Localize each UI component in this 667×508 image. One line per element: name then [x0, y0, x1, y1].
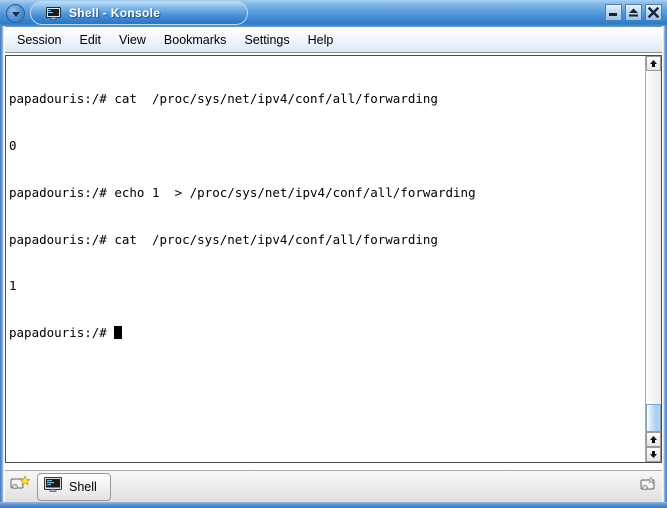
close-icon — [648, 7, 659, 18]
menu-item-help[interactable]: Help — [299, 30, 343, 50]
terminal-prompt: papadouris:/# — [9, 325, 115, 341]
scroll-down-icon — [649, 446, 658, 464]
minimize-button[interactable] — [605, 4, 622, 21]
close-button[interactable] — [645, 4, 662, 21]
new-session-icon — [10, 475, 31, 498]
new-session-button[interactable] — [7, 474, 33, 500]
window-frame-left — [0, 26, 5, 508]
scroll-up-icon — [649, 55, 658, 73]
monitor-icon — [46, 7, 61, 20]
terminal-line: papadouris:/# cat /proc/sys/net/ipv4/con… — [9, 91, 438, 107]
window-title: Shell - Konsole — [69, 6, 161, 20]
window-controls — [605, 4, 662, 21]
terminal-prompt-line: papadouris:/# — [9, 325, 645, 341]
block-cursor-icon — [114, 326, 123, 340]
scrollbar-top-button[interactable] — [646, 56, 661, 71]
maximize-icon — [628, 7, 639, 18]
scrollbar-track[interactable] — [646, 71, 661, 432]
konsole-window: Shell - Konsole Session Edit View Bookma… — [0, 0, 667, 508]
menu-item-view[interactable]: View — [110, 30, 155, 50]
menubar: Session Edit View Bookmarks Settings Hel… — [0, 27, 667, 53]
title-tab: Shell - Konsole — [30, 1, 248, 25]
session-taskbar: Shell — [5, 470, 662, 502]
terminal-line: papadouris:/# cat /proc/sys/net/ipv4/con… — [9, 231, 438, 247]
window-menu-chevron-down-icon[interactable] — [6, 4, 25, 23]
menu-item-settings[interactable]: Settings — [235, 30, 298, 50]
menu-item-session[interactable]: Session — [8, 30, 70, 50]
monitor-icon — [44, 476, 62, 497]
terminal-line: 1 — [9, 278, 17, 294]
menu-item-bookmarks[interactable]: Bookmarks — [155, 30, 236, 50]
session-options-icon — [638, 475, 658, 498]
minimize-icon — [608, 7, 619, 18]
terminal-screen[interactable]: papadouris:/# cat /proc/sys/net/ipv4/con… — [6, 56, 645, 462]
menu-item-edit[interactable]: Edit — [70, 30, 110, 50]
scrollbar-thumb[interactable] — [646, 404, 661, 432]
window-frame-bottom — [0, 502, 667, 508]
terminal-line: 0 — [9, 137, 17, 153]
window-frame-right — [662, 26, 667, 508]
session-tab-label: Shell — [69, 479, 97, 494]
maximize-button[interactable] — [625, 4, 642, 21]
session-options-button[interactable] — [636, 474, 660, 500]
terminal-area: papadouris:/# cat /proc/sys/net/ipv4/con… — [5, 55, 662, 463]
session-tab-shell[interactable]: Shell — [37, 472, 111, 501]
terminal-line: papadouris:/# echo 1 > /proc/sys/net/ipv… — [9, 184, 476, 200]
terminal-scrollbar[interactable] — [645, 56, 661, 462]
scrollbar-step-down-button[interactable] — [646, 447, 661, 462]
titlebar: Shell - Konsole — [0, 0, 667, 27]
